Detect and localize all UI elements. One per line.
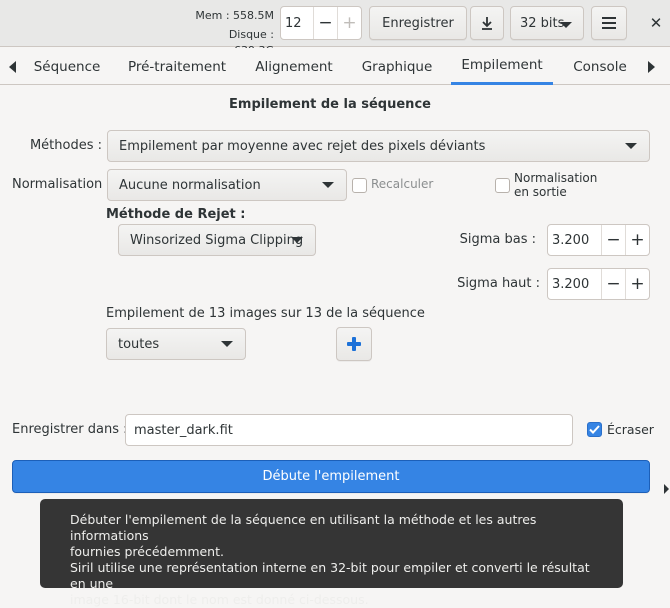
tab-preprocessing[interactable]: Pré-traitement [118,48,236,85]
download-button[interactable] [470,6,504,40]
notebook-tabs: Séquence Pré-traitement Alignement Graph… [0,48,670,85]
tab-registration[interactable]: Alignement [246,48,342,85]
threads-increment-button[interactable]: + [337,7,361,39]
sigma-high-decrement-button[interactable]: − [601,269,625,299]
sigma-high-value[interactable]: 3.200 [548,269,601,299]
sigma-low-decrement-button[interactable]: − [601,225,625,255]
start-stacking-button[interactable]: Débute l'empilement [12,460,650,493]
image-selection-select[interactable]: toutes [106,328,246,360]
hamburger-menu-icon [602,17,616,29]
threads-decrement-button[interactable]: − [313,7,337,39]
output-filename-input[interactable]: master_dark.fit [125,414,573,446]
sigma-low-value[interactable]: 3.200 [548,225,601,255]
start-stacking-tooltip: Débuter l'empilement de la séquence en u… [40,499,623,607]
tab-console[interactable]: Console [562,48,638,85]
sigma-low-label: Sigma bas : [459,232,536,247]
normalization-value: Aucune normalisation [119,177,261,193]
sigma-low-increment-button[interactable]: + [625,225,649,255]
output-normalization-checkbox[interactable] [495,178,510,193]
images-count-info: Empilement de 13 images sur 13 de la séq… [106,306,425,321]
sigma-high-spinner[interactable]: 3.200 − + [547,268,650,300]
tab-plot[interactable]: Graphique [352,48,442,85]
mouse-cursor-icon [664,484,669,494]
rejection-method-value: Winsorized Sigma Clipping [130,232,304,248]
rejection-method-select[interactable]: Winsorized Sigma Clipping [118,224,316,256]
add-filter-button[interactable] [336,327,372,361]
sigma-high-label: Sigma haut : [457,276,540,291]
chevron-down-icon [221,341,233,347]
chevron-down-icon [625,143,637,149]
threads-value[interactable]: 12 [281,7,313,39]
threads-spinner[interactable]: 12 − + [280,6,362,40]
tabs-scroll-left-button[interactable] [0,48,24,85]
rejection-method-title: Méthode de Rejet : [106,207,246,222]
sigma-low-spinner[interactable]: 3.200 − + [547,224,650,256]
main-menu-button[interactable] [591,6,627,40]
chevron-right-icon [647,60,655,73]
tooltip-line: fournies précédemment. [70,544,224,559]
normalization-label: Normalisation : [12,177,111,192]
tooltip-line: Siril utilise une représentation interne… [70,560,590,591]
tab-sequence[interactable]: Séquence [25,48,109,85]
section-title: Empilement de la séquence [229,97,431,112]
methods-label: Méthodes : [29,138,102,153]
header-bar: Mem : 558.5M Disque : 639.3G 12 − + Enre… [0,0,670,57]
checkmark-icon [589,425,600,434]
tab-stacking[interactable]: Empilement [451,48,553,85]
save-in-label: Enregistrer dans : [12,422,128,437]
plus-icon [347,337,361,351]
download-icon [482,17,492,30]
chevron-down-icon [560,22,572,28]
overwrite-checkbox[interactable] [587,422,602,437]
recompute-label: Recalculer [371,177,434,191]
sigma-high-increment-button[interactable]: + [625,269,649,299]
output-normalization-label: Normalisation en sortie [514,171,598,199]
image-selection-value: toutes [118,336,160,352]
save-button[interactable]: Enregistrer [369,6,467,40]
stacking-method-value: Empilement par moyenne avec rejet des pi… [119,138,486,154]
memory-usage: Mem : 558.5M [195,9,274,22]
overwrite-label: Écraser [607,422,654,437]
tabs-scroll-right-button[interactable] [640,48,662,85]
close-icon[interactable]: ✕ [644,12,668,34]
stacking-method-select[interactable]: Empilement par moyenne avec rejet des pi… [107,130,650,162]
tooltip-line: Débuter l'empilement de la séquence en u… [70,512,537,543]
bit-depth-menu-button[interactable]: 32 bits [510,6,584,40]
chevron-left-icon [8,60,16,73]
bit-depth-label: 32 bits [520,15,565,31]
normalization-select[interactable]: Aucune normalisation [107,169,347,201]
chevron-down-icon [322,182,334,188]
chevron-down-icon [291,237,303,243]
recompute-checkbox[interactable] [352,178,367,193]
